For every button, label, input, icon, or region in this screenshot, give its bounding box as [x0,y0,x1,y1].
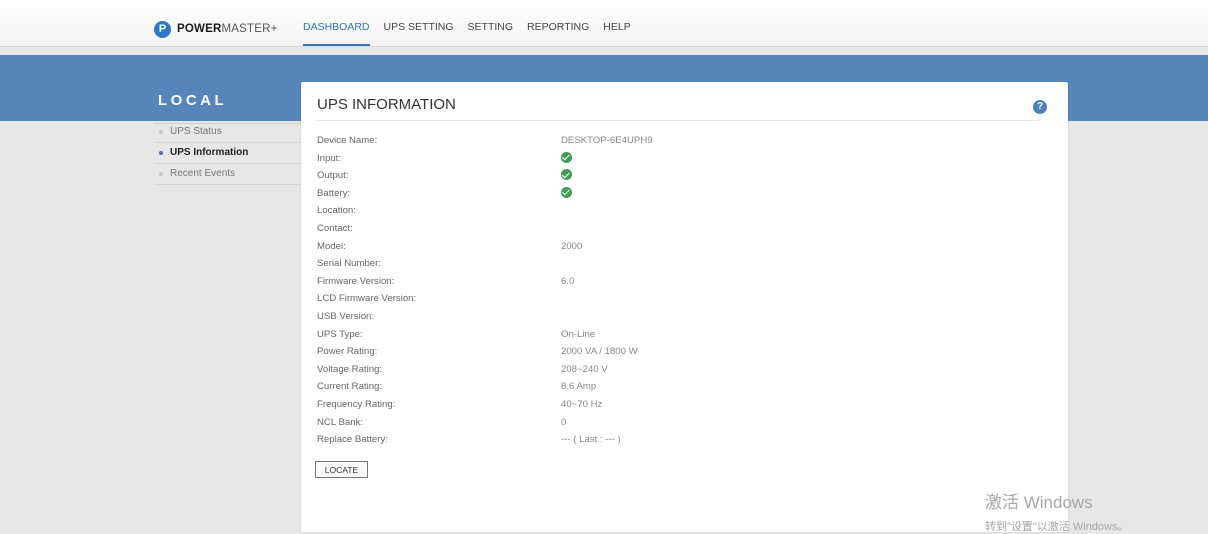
main-nav: DASHBOARD UPS SETTING SETTING REPORTING … [303,21,645,46]
info-label: Input: [317,152,342,164]
help-icon[interactable]: ? [1033,100,1047,114]
info-label: USB Version: [317,310,375,322]
bullet-icon [159,171,163,176]
info-value: 0 [561,416,567,428]
info-label: Frequency Rating: [317,398,396,410]
sidebar-separator [154,184,301,185]
check-circle-icon [561,169,572,181]
info-value: DESKTOP-6E4UPH9 [561,135,653,146]
sidebar-item-label: UPS Information [170,147,249,158]
info-row-frequency-rating: Frequency Rating: 40~70 Hz [317,396,1047,414]
info-label: Location: [317,205,356,217]
check-circle-icon [561,186,572,198]
info-row-input: Input: [317,150,1047,168]
watermark-line-1: 激活 Windows [985,493,1093,512]
info-value: --- ( Last : --- ) [561,434,621,446]
info-label: LCD Firmware Version: [317,293,417,305]
sidebar-separator [154,163,301,164]
watermark-line-2: 转到"设置"以激活 Windows。 [985,521,1129,533]
sidebar-item-recent-events[interactable]: Recent Events [159,168,235,179]
info-value: 2000 VA / 1800 W [561,346,638,358]
info-row-contact: Contact: [317,220,1047,238]
info-row-current-rating: Current Rating: 8.6 Amp [317,378,1047,396]
sidebar-item-label: UPS Status [170,126,222,137]
info-label: Serial Number: [317,258,381,270]
info-row-power-rating: Power Rating: 2000 VA / 1800 W [317,343,1047,361]
info-label: Current Rating: [317,381,383,393]
nav-dashboard[interactable]: DASHBOARD [303,21,370,46]
ups-information-panel: UPS INFORMATION ? Device Name: DESKTOP-6… [301,82,1068,532]
check-circle-icon [561,151,572,163]
info-label: Contact: [317,222,353,234]
activation-watermark: 激活 Windows 转到"设置"以激活 Windows。 [985,488,1129,534]
panel-divider [317,120,1039,121]
logo-text-light: MASTER+ [221,23,278,35]
info-label: UPS Type: [317,328,363,340]
logo-text-bold: POWER [177,23,222,35]
locate-button[interactable]: LOCATE [315,461,368,478]
info-label: Device Name: [317,135,378,146]
info-label: Voltage Rating: [317,363,383,375]
info-row-output: Output: [317,167,1047,185]
info-row-usb-version: USB Version: [317,308,1047,326]
info-label: Output: [317,170,349,182]
info-label: Firmware Version: [317,275,395,287]
sidebar-item-ups-information[interactable]: UPS Information [159,147,248,158]
info-value: 8.6 Amp [561,381,597,393]
top-navbar: P POWER MASTER+ DASHBOARD UPS SETTING SET… [0,8,1208,47]
info-row-ncl-bank: NCL Bank: 0 [317,414,1047,432]
sidebar-title: LOCAL [158,92,228,109]
info-label: Model: [317,240,346,252]
page-title: UPS INFORMATION [317,96,456,113]
sidebar-item-ups-status[interactable]: UPS Status [159,126,222,137]
nav-reporting[interactable]: REPORTING [527,21,589,33]
info-value: 40~70 Hz [561,398,603,410]
info-row-device-name: Device Name: DESKTOP-6E4UPH9 [317,132,1047,150]
info-value: 2000 [561,240,583,252]
info-label: Replace Battery: [317,434,388,446]
sidebar-divider [154,123,301,124]
info-row-model: Model: 2000 [317,238,1047,256]
info-row-battery: Battery: [317,185,1047,203]
powermaster-logo-icon: P [154,20,171,38]
info-row-lcd-firmware-version: LCD Firmware Version: [317,290,1047,308]
nav-help[interactable]: HELP [603,21,630,33]
sidebar-item-label: Recent Events [170,168,236,179]
info-value: On-Line [561,328,596,340]
info-value: 6.0 [561,275,575,287]
app-logo[interactable]: P POWER MASTER+ [154,20,278,38]
nav-setting[interactable]: SETTING [468,21,514,33]
info-label: Battery: [317,187,351,199]
info-row-serial-number: Serial Number: [317,255,1047,273]
info-row-replace-battery: Replace Battery: --- ( Last : --- ) [317,431,1047,449]
info-label: NCL Bank: [317,416,364,428]
info-row-firmware-version: Firmware Version: 6.0 [317,273,1047,291]
bullet-icon [159,150,163,155]
nav-ups-setting[interactable]: UPS SETTING [384,21,454,33]
info-list: Device Name: DESKTOP-6E4UPH9 Input: Outp… [317,132,1047,449]
info-row-voltage-rating: Voltage Rating: 208~240 V [317,361,1047,379]
info-value: 208~240 V [561,363,608,375]
window-top-strip [0,0,1208,8]
info-label: Power Rating: [317,346,378,358]
bullet-icon [159,129,163,134]
info-row-ups-type: UPS Type: On-Line [317,326,1047,344]
info-row-location: Location: [317,202,1047,220]
sidebar-separator [154,142,301,143]
